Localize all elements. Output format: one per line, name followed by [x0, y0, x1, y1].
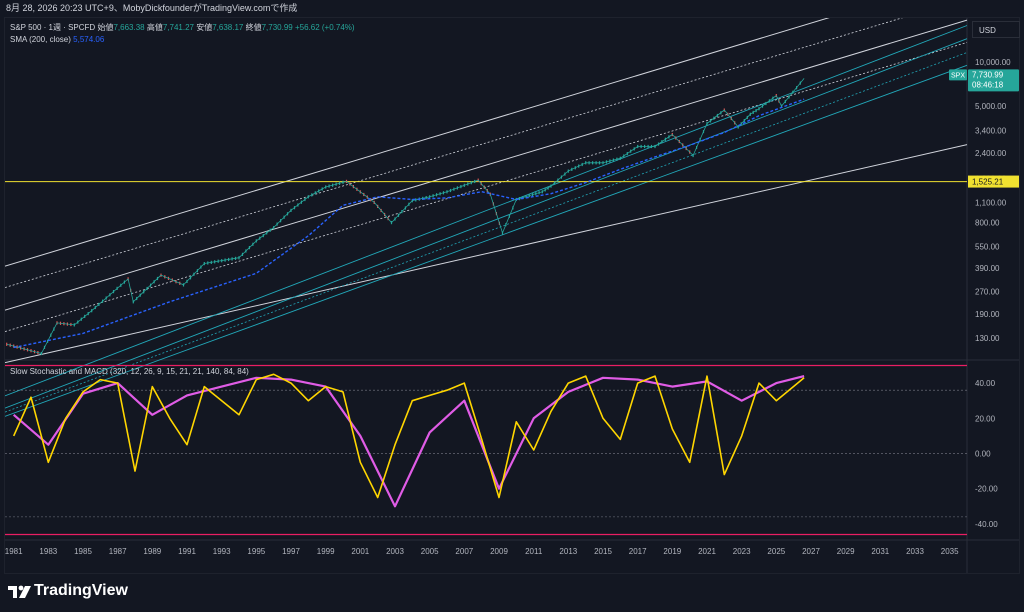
tradingview-logo-icon [8, 585, 31, 598]
channel-upper-mid-line [5, 18, 904, 288]
chart-canvas[interactable]: 10,000.005,000.003,400.002,400.001,600.0… [5, 18, 1019, 573]
price-tick-label: 390.00 [975, 264, 1000, 273]
osc-tick-label: -40.00 [975, 520, 998, 529]
price-tick-label: 550.00 [975, 242, 1000, 251]
channel-lower-mid-line [5, 42, 968, 332]
slow-oscillator-line [12, 375, 805, 508]
osc-tick-label: 40.00 [975, 379, 996, 388]
price-tick-label: 800.00 [975, 219, 1000, 228]
low-label: 安値 [196, 23, 213, 32]
time-tick-label: 2023 [733, 547, 751, 556]
teal-channel-mid-line [5, 52, 968, 413]
price-tick-label: 10,000.00 [975, 58, 1011, 67]
time-tick-label: 2007 [455, 547, 473, 556]
high-label: 高値 [146, 23, 163, 32]
sma-label: SMA (200, close) [10, 35, 71, 44]
price-tick-label: 190.00 [975, 310, 1000, 319]
time-tick-label: 1983 [39, 547, 57, 556]
symbol-badge-label: SPX [951, 72, 965, 79]
price-tick-label: 130.00 [975, 334, 1000, 343]
time-tick-label: 1991 [178, 547, 196, 556]
currency-selector[interactable]: USD [972, 21, 1020, 38]
sma-series-line [13, 98, 805, 349]
time-tick-label: 1997 [282, 547, 300, 556]
time-tick-label: 2017 [629, 547, 647, 556]
osc-tick-label: 0.00 [975, 450, 991, 459]
channel-middle-line [5, 19, 968, 311]
teal-channel-upper-line [5, 38, 968, 409]
teal-channel-lower-line [5, 64, 968, 417]
time-tick-label: 1989 [143, 547, 161, 556]
time-tick-label: 2021 [698, 547, 716, 556]
osc-tick-label: -20.00 [975, 485, 998, 494]
time-tick-label: 1995 [247, 547, 265, 556]
brand-name: TradingView [34, 582, 128, 599]
brand-footer [0, 574, 1024, 612]
price-tick-label: 3,400.00 [975, 127, 1007, 136]
price-series-line [6, 78, 805, 354]
channel-upper-line [5, 18, 830, 267]
time-tick-label: 2003 [386, 547, 404, 556]
close-value: 7,730.99 [261, 23, 293, 32]
time-tick-label: 2029 [837, 547, 855, 556]
time-tick-label: 1981 [5, 547, 23, 556]
low-value: 7,638.17 [212, 23, 244, 32]
channel-lower-line [5, 144, 968, 364]
time-tick-label: 1999 [317, 547, 335, 556]
sma-legend[interactable]: SMA (200, close) 5,574.06 [10, 34, 104, 45]
open-value: 7,663.38 [113, 23, 145, 32]
chart-frame[interactable]: 10,000.005,000.003,400.002,400.001,600.0… [4, 17, 1020, 574]
last-price-label: 7,730.99 [972, 70, 1004, 79]
osc-tick-label: 20.00 [975, 414, 996, 423]
countdown-label: 08:46:18 [972, 80, 1004, 89]
teal-channel-top-line [5, 25, 968, 397]
time-tick-label: 2011 [525, 547, 543, 556]
time-tick-label: 2027 [802, 547, 820, 556]
published-header: 8月 28, 2026 20:23 UTC+9、MobyDickfounderが… [0, 0, 1024, 17]
time-tick-label: 2025 [767, 547, 785, 556]
time-tick-label: 2035 [941, 547, 959, 556]
price-tick-label: 5,000.00 [975, 102, 1007, 111]
time-tick-label: 2005 [421, 547, 439, 556]
time-tick-label: 2013 [559, 547, 577, 556]
price-tick-label: 2,400.00 [975, 149, 1007, 158]
time-tick-label: 2009 [490, 547, 508, 556]
symbol-label[interactable]: S&P 500 · 1週 · SPCFD [10, 23, 95, 32]
high-value: 7,741.27 [162, 23, 194, 32]
time-tick-label: 2019 [663, 547, 681, 556]
indicator-legend[interactable]: Slow Stochastic and MACD (320, 12, 26, 9… [10, 366, 249, 377]
price-tick-label: 270.00 [975, 288, 1000, 297]
time-tick-label: 2015 [594, 547, 612, 556]
main-legend: S&P 500 · 1週 · SPCFD 始値7,663.38 高値7,741.… [10, 22, 355, 33]
open-label: 始値 [97, 23, 114, 32]
time-tick-label: 2033 [906, 547, 924, 556]
time-tick-label: 1985 [74, 547, 92, 556]
price-tick-label: 1,100.00 [975, 198, 1007, 207]
time-tick-label: 1993 [213, 547, 231, 556]
time-tick-label: 1987 [109, 547, 127, 556]
level-badge-label: 1,525.21 [972, 178, 1004, 187]
close-label: 終値 [245, 23, 262, 32]
time-tick-label: 2001 [351, 547, 369, 556]
time-tick-label: 2031 [871, 547, 889, 556]
sma-value: 5,574.06 [73, 35, 105, 44]
change-value: +56.62 (+0.74%) [294, 23, 355, 32]
